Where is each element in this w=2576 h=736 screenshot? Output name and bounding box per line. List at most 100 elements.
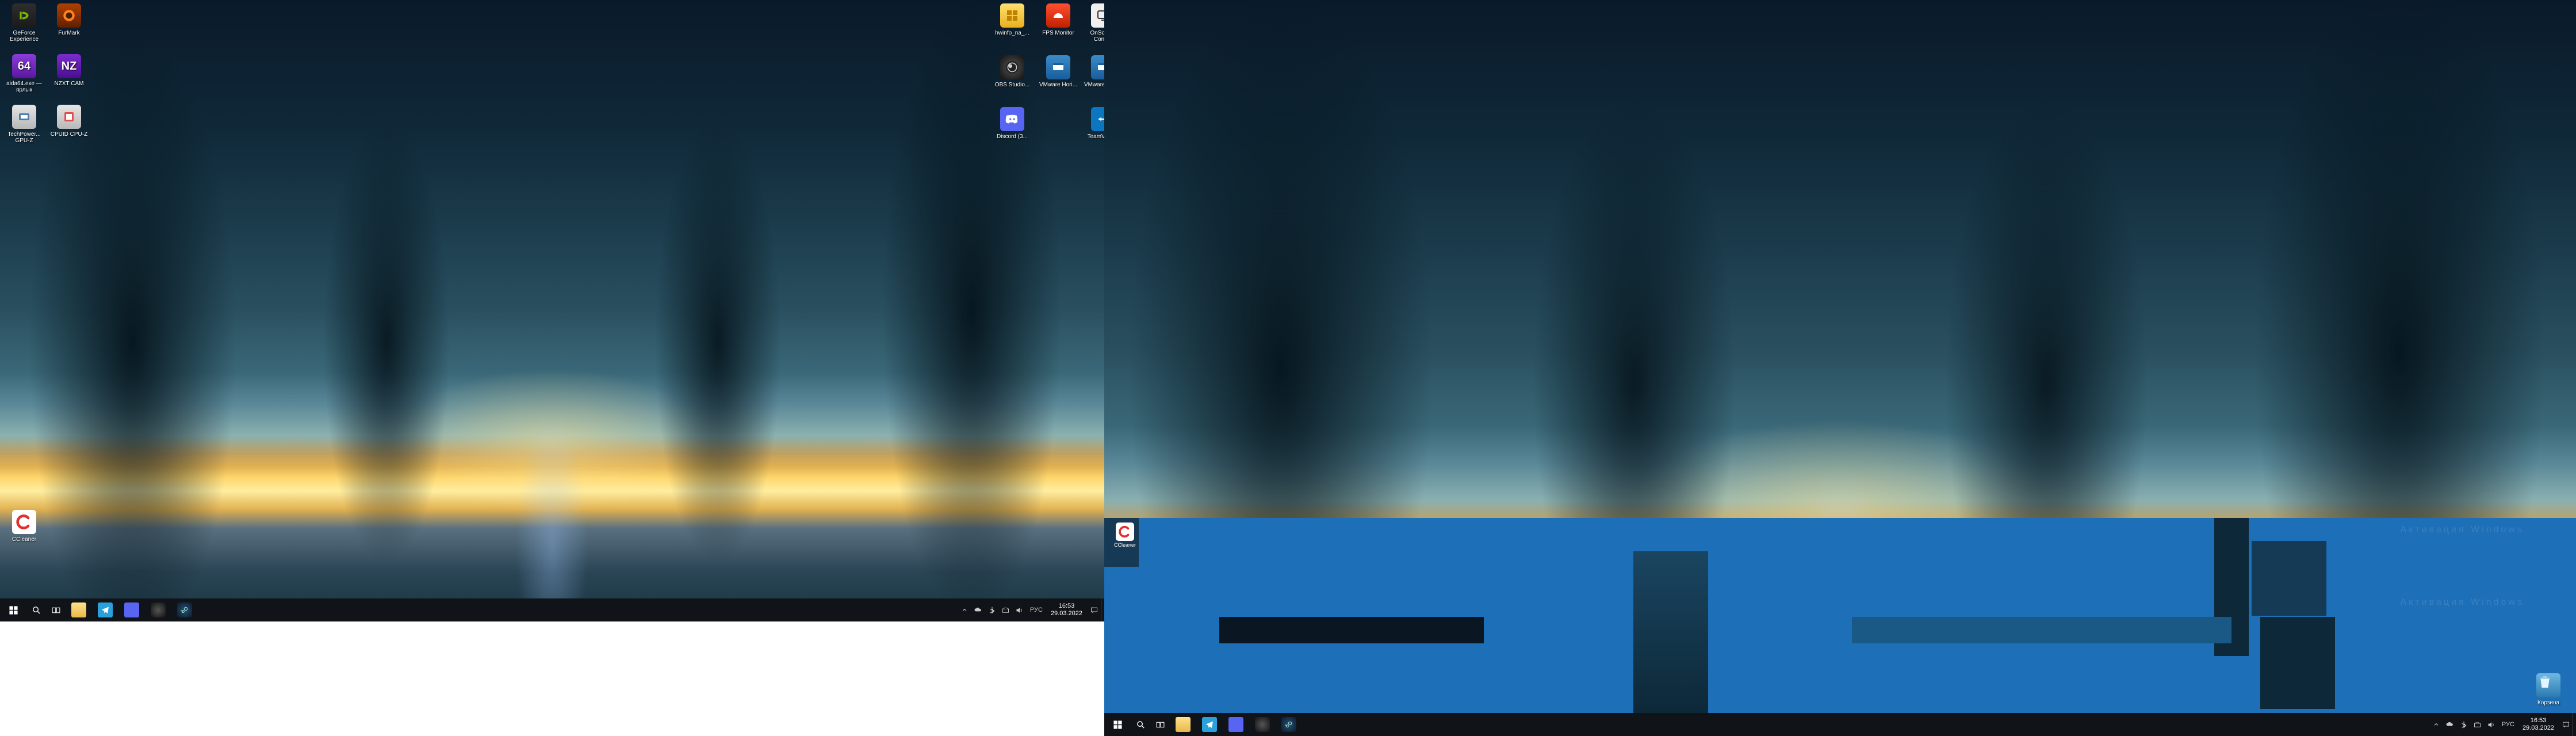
obs-icon: [151, 602, 166, 617]
telegram-icon: [1202, 717, 1217, 732]
taskbar-pinned-steam[interactable]: [171, 598, 198, 621]
glitch-fragment: [1633, 551, 1708, 714]
tray-bluetooth-icon[interactable]: [985, 598, 999, 621]
tray-chevron-icon[interactable]: [958, 598, 971, 621]
icon-label: Корзина: [2537, 700, 2559, 706]
taskbar-clock[interactable]: 16:53 29.03.2022: [1046, 602, 1087, 617]
blank-area: [0, 621, 1104, 736]
explorer-icon: [1176, 717, 1191, 732]
telegram-icon: [98, 602, 113, 617]
ccleaner-icon: [12, 510, 36, 534]
desktop-icon-nzxt[interactable]: NZ NZXT CAM: [47, 52, 91, 101]
search-button[interactable]: [1131, 713, 1150, 736]
clock-date: 29.03.2022: [1051, 610, 1082, 617]
taskbar-left: РУС 16:53 29.03.2022: [0, 598, 1104, 621]
glitch-fragment: [1219, 617, 1484, 643]
desktop-icon-ccleaner-wrap: CCleaner: [1, 506, 46, 557]
taskview-button[interactable]: [46, 598, 66, 621]
icon-label: aida64.exe — ярлык: [3, 81, 45, 93]
system-tray: РУС 16:53 29.03.2022: [2429, 713, 2576, 736]
clock-time: 16:53: [2523, 717, 2554, 724]
desktop-icon-vmware1[interactable]: VMware Hori...: [1036, 53, 1080, 102]
icon-label: OBS Studio...: [995, 82, 1030, 88]
desktop-icon-discord[interactable]: Discord (3...: [990, 105, 1034, 154]
taskbar-pinned-steam[interactable]: [1276, 713, 1302, 736]
tray-language[interactable]: РУС: [1027, 598, 1046, 621]
taskbar-pinned-obs[interactable]: [145, 598, 171, 621]
taskbar-right: РУС 16:53 29.03.2022: [1104, 713, 2576, 736]
vmware-icon: [1046, 55, 1070, 79]
tray-volume-icon[interactable]: [2485, 713, 2498, 736]
clock-date: 29.03.2022: [2523, 724, 2554, 732]
tray-bluetooth-icon[interactable]: [2457, 713, 2471, 736]
icon-label: CCleaner: [12, 536, 36, 543]
activation-watermark: Активация Windows: [2401, 597, 2524, 608]
activation-watermark: Активация Windows: [2401, 525, 2524, 535]
glitch-fragment: [1852, 617, 2231, 643]
system-tray: РУС 16:53 29.03.2022: [958, 598, 1104, 621]
tray-volume-icon[interactable]: [1013, 598, 1027, 621]
icon-label: GeForce Experience: [3, 30, 45, 43]
desktop-icon-geforce[interactable]: GeForce Experience: [2, 1, 46, 51]
tray-chevron-icon[interactable]: [2429, 713, 2443, 736]
taskbar-pinned-telegram[interactable]: [92, 598, 118, 621]
tray-language[interactable]: РУС: [2498, 713, 2518, 736]
ghost-ccleaner-icon[interactable]: CCleaner: [1109, 523, 1141, 548]
icon-label: VMware Hori...: [1039, 82, 1077, 88]
nzxt-icon: NZ: [57, 54, 81, 78]
icon-label: NZXT CAM: [55, 81, 84, 87]
desktop-column-1: GeForce Experience 64 aida64.exe — ярлык…: [1, 0, 46, 152]
ccleaner-icon: [1116, 523, 1134, 541]
desktop-icon-obs[interactable]: OBS Studio...: [990, 53, 1034, 102]
action-center-icon[interactable]: [2559, 713, 2573, 736]
search-button[interactable]: [26, 598, 46, 621]
desktop-icon-gpuz[interactable]: TechPower... GPU-Z: [2, 102, 46, 152]
desktop-column-2: FurMark NZ NZXT CAM CPUID CPU-Z: [46, 0, 91, 152]
icon-label: CCleaner: [1114, 542, 1136, 548]
recycle-bin-icon: [2536, 673, 2560, 697]
steam-icon: [177, 602, 192, 617]
start-button[interactable]: [0, 598, 26, 621]
tray-onedrive-icon[interactable]: [2443, 713, 2457, 736]
desktop-icon-hwinfo[interactable]: hwinfo_na_...: [990, 1, 1034, 51]
taskbar-pinned-explorer[interactable]: [1170, 713, 1196, 736]
start-button[interactable]: [1104, 713, 1131, 736]
gpuz-icon: [12, 105, 36, 129]
steam-icon: [1281, 717, 1296, 732]
icon-label: Discord (3...: [997, 134, 1028, 140]
discord-icon: [1228, 717, 1243, 732]
taskbar-pinned-discord[interactable]: [118, 598, 145, 621]
desktop-icon-recycle-bin[interactable]: Корзина: [2528, 673, 2569, 706]
icon-label: hwinfo_na_...: [995, 30, 1029, 36]
desktop-icon-aida64[interactable]: 64 aida64.exe — ярлык: [2, 52, 46, 101]
cpuz-icon: [57, 105, 81, 129]
icon-label: TechPower... GPU-Z: [3, 131, 45, 144]
show-desktop-button[interactable]: [2573, 713, 2576, 736]
taskview-button[interactable]: [1150, 713, 1170, 736]
desktop-icon-furmark[interactable]: FurMark: [47, 1, 91, 51]
furmark-icon: [57, 3, 81, 28]
desktop-icon-cpuz[interactable]: CPUID CPU-Z: [47, 102, 91, 152]
icon-label: CPUID CPU-Z: [51, 131, 87, 138]
nvidia-icon: [12, 3, 36, 28]
wallpaper: [0, 0, 1104, 621]
action-center-icon[interactable]: [1087, 598, 1101, 621]
tray-onedrive-icon[interactable]: [971, 598, 985, 621]
left-desktop: GeForce Experience 64 aida64.exe — ярлык…: [0, 0, 1104, 621]
tray-network-icon[interactable]: [2471, 713, 2485, 736]
obs-icon: [1255, 717, 1270, 732]
taskbar-pinned-explorer[interactable]: [66, 598, 92, 621]
taskbar-pinned-discord[interactable]: [1223, 713, 1249, 736]
taskbar-pinned-obs[interactable]: [1249, 713, 1276, 736]
obs-icon: [1000, 55, 1024, 79]
taskbar-pinned-telegram[interactable]: [1196, 713, 1223, 736]
desktop-icon-ccleaner[interactable]: CCleaner: [2, 508, 46, 557]
taskbar-clock[interactable]: 16:53 29.03.2022: [2518, 717, 2559, 732]
icon-label: FurMark: [58, 30, 79, 36]
fps-monitor-icon: [1046, 3, 1070, 28]
discord-icon: [124, 602, 139, 617]
aida64-icon: 64: [12, 54, 36, 78]
desktop-icon-fpsmonitor[interactable]: FPS Monitor: [1036, 1, 1080, 51]
tray-network-icon[interactable]: [999, 598, 1013, 621]
icon-label: FPS Monitor: [1042, 30, 1074, 36]
